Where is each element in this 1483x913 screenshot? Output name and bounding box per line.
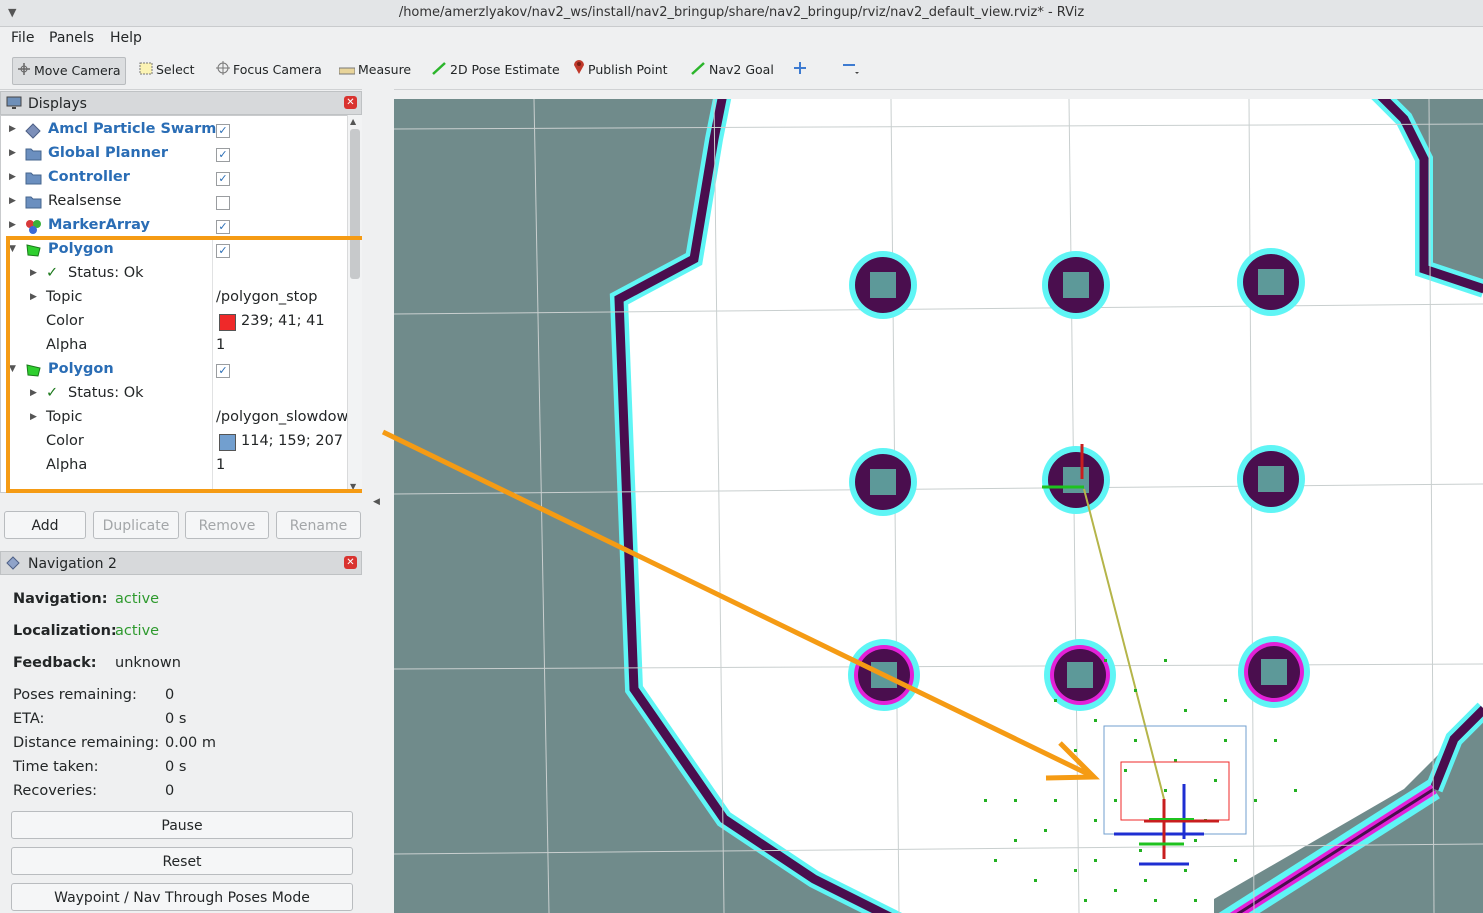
panel-splitter[interactable]: ◀ (362, 89, 394, 913)
markers-icon (26, 220, 41, 234)
select-label: Select (156, 62, 195, 77)
scroll-up-icon[interactable]: ▲ (350, 117, 356, 126)
menu-file[interactable]: File (11, 30, 34, 46)
ruler-icon (338, 58, 356, 84)
nav2-goal-button[interactable]: Nav2 Goal (686, 57, 778, 83)
window-titlebar: ▼ /home/amerzlyakov/nav2_ws/install/nav2… (0, 0, 1483, 27)
duplicate-display-button[interactable]: Duplicate (93, 511, 179, 539)
folder-icon (25, 148, 42, 161)
focus-camera-button[interactable]: Focus Camera (212, 57, 326, 83)
folder-icon (25, 196, 42, 209)
recoveries: Recoveries: 0 (13, 783, 175, 799)
select-button[interactable]: Select (135, 57, 199, 83)
visibility-checkbox[interactable] (216, 196, 230, 210)
eta: ETA: 0 s (13, 711, 187, 727)
distance-value: 0.00 m (165, 735, 217, 751)
add-tool-button[interactable] (789, 57, 814, 83)
feedback-value: unknown (115, 655, 181, 671)
nav2-goal-label: Nav2 Goal (709, 62, 774, 77)
plus-icon (793, 58, 807, 84)
focus-camera-icon (216, 58, 230, 84)
map-render (394, 99, 1483, 913)
close-navigation-icon[interactable]: ✕ (344, 556, 357, 569)
waypoint-mode-button[interactable]: Waypoint / Nav Through Poses Mode (11, 883, 353, 911)
particle-diamond-icon (25, 123, 41, 139)
nav2-diamond-icon (6, 556, 20, 570)
distance-remaining: Distance remaining: 0.00 m (13, 735, 217, 751)
expand-arrow-icon[interactable]: ▶ (9, 148, 16, 158)
visibility-checkbox[interactable]: ✓ (216, 172, 230, 186)
navigation-title: Navigation 2 (28, 556, 117, 572)
display-item-label: Amcl Particle Swarm (48, 121, 217, 137)
highlight-box (6, 236, 371, 493)
displays-panel-header: Displays ✕ (0, 91, 362, 115)
localization-status: Localization: active (13, 623, 160, 639)
add-display-button[interactable]: Add (4, 511, 86, 539)
poses-remaining: Poses remaining: 0 (13, 687, 175, 703)
monitor-icon (6, 96, 22, 109)
display-item-markerarray[interactable]: ▶ MarkerArray ✓ (1, 214, 348, 238)
focus-camera-label: Focus Camera (233, 62, 322, 77)
display-item-controller[interactable]: ▶ Controller ✓ (1, 166, 348, 190)
display-item-label: Realsense (48, 193, 122, 209)
feedback-status: Feedback: unknown (13, 655, 181, 671)
select-icon (139, 58, 153, 84)
visibility-checkbox[interactable]: ✓ (216, 124, 230, 138)
visibility-checkbox[interactable]: ✓ (216, 148, 230, 162)
display-item-label: MarkerArray (48, 217, 150, 233)
pose-estimate-button[interactable]: 2D Pose Estimate (427, 57, 564, 83)
close-displays-icon[interactable]: ✕ (344, 96, 357, 109)
reset-button[interactable]: Reset (11, 847, 353, 875)
displays-title: Displays (28, 96, 87, 112)
menu-panels[interactable]: Panels (49, 30, 94, 46)
window-title: /home/amerzlyakov/nav2_ws/install/nav2_b… (398, 5, 1085, 20)
recoveries-value: 0 (165, 783, 175, 799)
expand-arrow-icon[interactable]: ▶ (9, 172, 16, 182)
remove-display-button[interactable]: Remove (185, 511, 269, 539)
navigation-value: active (115, 591, 160, 607)
publish-point-label: Publish Point (588, 62, 668, 77)
time-value: 0 s (165, 759, 187, 775)
nav2-goal-icon (690, 58, 706, 84)
green-arrow-icon (431, 58, 447, 84)
move-camera-button[interactable]: Move Camera (12, 57, 126, 85)
measure-label: Measure (358, 62, 412, 77)
navigation-panel-header: Navigation 2 ✕ (0, 551, 362, 575)
expand-arrow-icon[interactable]: ▶ (9, 220, 16, 230)
navigation-status: Navigation: active (13, 591, 160, 607)
collapse-panel-icon[interactable]: ◀ (373, 497, 380, 507)
pause-button[interactable]: Pause (11, 811, 353, 839)
move-camera-icon (17, 59, 31, 85)
display-item-label: Controller (48, 169, 130, 185)
display-item-global-planner[interactable]: ▶ Global Planner ✓ (1, 142, 348, 166)
time-taken: Time taken: 0 s (13, 759, 187, 775)
expand-arrow-icon[interactable]: ▶ (9, 196, 16, 206)
remove-tool-button[interactable] (837, 57, 866, 83)
publish-point-button[interactable]: Publish Point (569, 57, 672, 83)
expand-arrow-icon[interactable]: ▶ (9, 124, 16, 134)
minus-icon (841, 57, 859, 84)
visibility-checkbox[interactable]: ✓ (216, 220, 230, 234)
window-menu-icon[interactable]: ▼ (8, 0, 16, 26)
toolbar: Move Camera Select Focus Camera Measure … (0, 51, 1483, 90)
folder-icon (25, 172, 42, 185)
rename-display-button[interactable]: Rename (276, 511, 361, 539)
display-item-label: Global Planner (48, 145, 169, 161)
menu-help[interactable]: Help (110, 30, 142, 46)
eta-value: 0 s (165, 711, 187, 727)
display-item-realsense[interactable]: ▶ Realsense (1, 190, 348, 214)
measure-button[interactable]: Measure (335, 57, 415, 83)
menu-bar: File Panels Help (0, 27, 1483, 51)
pose-estimate-label: 2D Pose Estimate (450, 62, 560, 77)
map-pin-icon (573, 58, 585, 84)
3d-viewport[interactable] (394, 99, 1483, 913)
display-item-amcl[interactable]: ▶ Amcl Particle Swarm ✓ (1, 118, 348, 142)
poses-value: 0 (165, 687, 175, 703)
move-camera-label: Move Camera (34, 63, 121, 78)
localization-value: active (115, 623, 160, 639)
